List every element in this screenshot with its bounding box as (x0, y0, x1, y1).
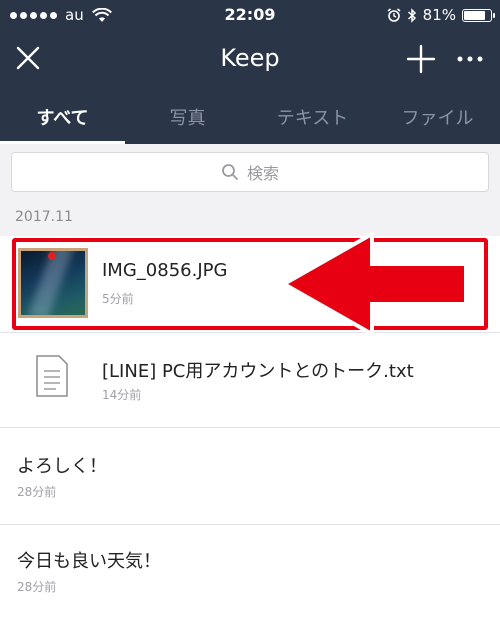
search-input[interactable]: 検索 (11, 152, 489, 192)
image-thumbnail (18, 248, 88, 318)
item-time: 14分前 (102, 388, 142, 402)
list-item[interactable]: よろしく！ 28分前 (0, 428, 500, 525)
document-icon (36, 355, 68, 397)
plus-icon[interactable] (404, 42, 438, 76)
search-placeholder: 検索 (246, 164, 279, 183)
item-title: 今日も良い天気！ (17, 551, 161, 572)
bluetooth-icon (407, 7, 416, 23)
battery-icon (462, 8, 495, 22)
item-time: 28分前 (17, 580, 57, 594)
date-section-header: 2017.11 (0, 202, 500, 236)
search-area: 検索 (0, 144, 500, 202)
battery-percent: 81% (422, 6, 456, 24)
alarm-icon (387, 8, 401, 22)
header: au 22:09 81% Keep すべて 写真 テキスト ファイル (0, 0, 500, 144)
more-icon[interactable] (452, 42, 488, 76)
date-label: 2017.11 (15, 209, 73, 225)
search-icon (222, 164, 238, 180)
nav-bar: Keep (0, 30, 500, 90)
item-time: 5分前 (102, 292, 134, 306)
item-title: [LINE] PC用アカウントとのトーク.txt (102, 361, 414, 382)
tab-text[interactable]: テキスト (250, 92, 375, 144)
list-item[interactable]: [LINE] PC用アカウントとのトーク.txt 14分前 (0, 333, 500, 428)
status-bar: au 22:09 81% (0, 0, 500, 30)
tab-bar: すべて 写真 テキスト ファイル (0, 92, 500, 144)
tab-all[interactable]: すべて (0, 92, 125, 144)
list-item[interactable]: 今日も良い天気！ 28分前 (0, 525, 500, 623)
status-right: 81% (387, 6, 495, 24)
item-time: 28分前 (17, 485, 57, 499)
tab-files[interactable]: ファイル (375, 92, 500, 144)
battery-fill (464, 10, 486, 20)
item-title: IMG_0856.JPG (102, 260, 228, 281)
tab-photos[interactable]: 写真 (125, 92, 250, 144)
list-item[interactable]: IMG_0856.JPG 5分前 (0, 236, 500, 333)
pin-icon (48, 252, 56, 260)
item-title: よろしく！ (17, 456, 107, 477)
